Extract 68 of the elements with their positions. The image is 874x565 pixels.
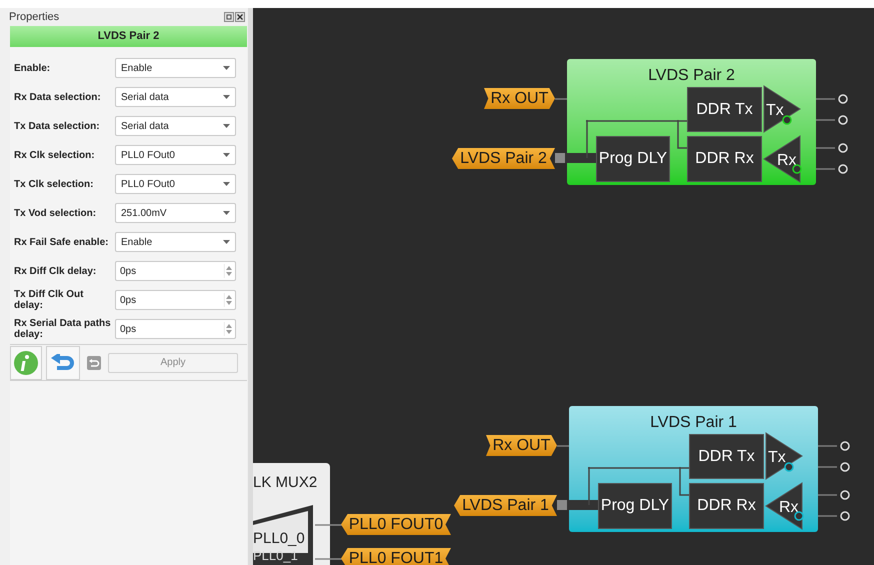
restore-icon[interactable] [224, 12, 234, 22]
field-label: Rx Clk selection: [13, 150, 96, 160]
dropdown[interactable]: Enable [115, 232, 236, 252]
bus-wire [555, 153, 596, 163]
caret-icon [223, 211, 230, 215]
caret-icon [223, 240, 230, 244]
caret-icon [223, 153, 230, 157]
block-title: LVDS Pair 1 [649, 413, 738, 433]
info-icon [13, 350, 39, 376]
mux-title: LK MUX2 [253, 473, 318, 490]
undo-arrow-icon [51, 354, 75, 372]
caret-icon [223, 124, 230, 128]
bus-wire [557, 500, 598, 510]
dropdown[interactable]: PLL0 FOut0 [115, 145, 236, 165]
ddr-tx-block[interactable]: DDR Tx [687, 87, 762, 132]
field-label: Rx Diff Clk delay: [13, 266, 98, 276]
dropdown[interactable]: PLL0 FOut0 [115, 174, 236, 194]
signal-tag[interactable]: LVDS Pair 1 [454, 495, 557, 516]
caret-icon [223, 95, 230, 99]
redo-icon[interactable] [87, 356, 101, 370]
signal-tag[interactable]: PLL0 FOUT0 [341, 514, 451, 535]
output-pin[interactable] [838, 94, 848, 104]
field-label: Tx Vod selection: [13, 208, 98, 218]
mux-port: PLL0_0 [253, 531, 305, 546]
panel-header: LVDS Pair 2 [10, 26, 247, 47]
dropdown[interactable]: Serial data [115, 116, 236, 136]
ddr-rx-block[interactable]: DDR Rx [689, 483, 764, 529]
prog-dly-block[interactable]: Prog DLY [596, 136, 670, 182]
field-label: Tx Clk selection: [13, 178, 94, 190]
ddr-tx-block[interactable]: DDR Tx [689, 434, 764, 479]
output-pin[interactable] [840, 462, 850, 472]
caret-icon [223, 182, 230, 186]
rx-driver[interactable]: Rx [766, 483, 803, 530]
dropdown[interactable]: Enable [115, 58, 236, 78]
spinner-arrows-icon[interactable] [224, 322, 233, 336]
spin-field[interactable]: 0ps [115, 261, 236, 281]
dropdown[interactable]: Serial data [115, 87, 236, 107]
output-pin[interactable] [840, 441, 850, 451]
signal-tag[interactable]: Rx OUT [484, 88, 555, 109]
spin-field[interactable]: 0ps [115, 290, 236, 310]
rx-driver[interactable]: Rx [764, 136, 801, 183]
signal-tag[interactable]: Rx OUT [486, 435, 557, 456]
close-icon[interactable] [235, 12, 245, 22]
field-label: Rx Serial Data paths delay: [13, 318, 111, 340]
signal-tag[interactable]: PLL0 FOUT1 [341, 548, 451, 565]
output-pin[interactable] [840, 490, 850, 500]
dropdown[interactable]: 251.00mV [115, 203, 236, 223]
ddr-rx-block[interactable]: DDR Rx [687, 136, 762, 182]
spinner-arrows-icon[interactable] [224, 264, 233, 278]
signal-tag[interactable]: LVDS Pair 2 [452, 148, 555, 169]
spinner-arrows-icon[interactable] [224, 293, 233, 307]
field-label: Rx Data selection: [13, 92, 102, 102]
output-pin[interactable] [838, 164, 848, 174]
field-label: Rx Fail Safe enable: [13, 236, 110, 248]
spin-field[interactable]: 0ps [115, 319, 236, 339]
tx-driver[interactable]: Tx [766, 433, 803, 480]
tx-driver[interactable]: Tx [764, 86, 801, 133]
output-pin[interactable] [840, 511, 850, 521]
field-label: Tx Diff Clk Out delay: [13, 289, 84, 311]
panel-title: Properties [9, 10, 60, 25]
output-pin[interactable] [838, 143, 848, 153]
field-label: Tx Data selection: [13, 120, 101, 132]
caret-icon [223, 66, 230, 70]
field-label: Enable: [13, 62, 52, 74]
prog-dly-block[interactable]: Prog DLY [598, 483, 672, 529]
output-pin[interactable] [838, 115, 848, 125]
undo-button[interactable] [46, 346, 80, 380]
block-title: LVDS Pair 2 [647, 66, 736, 86]
